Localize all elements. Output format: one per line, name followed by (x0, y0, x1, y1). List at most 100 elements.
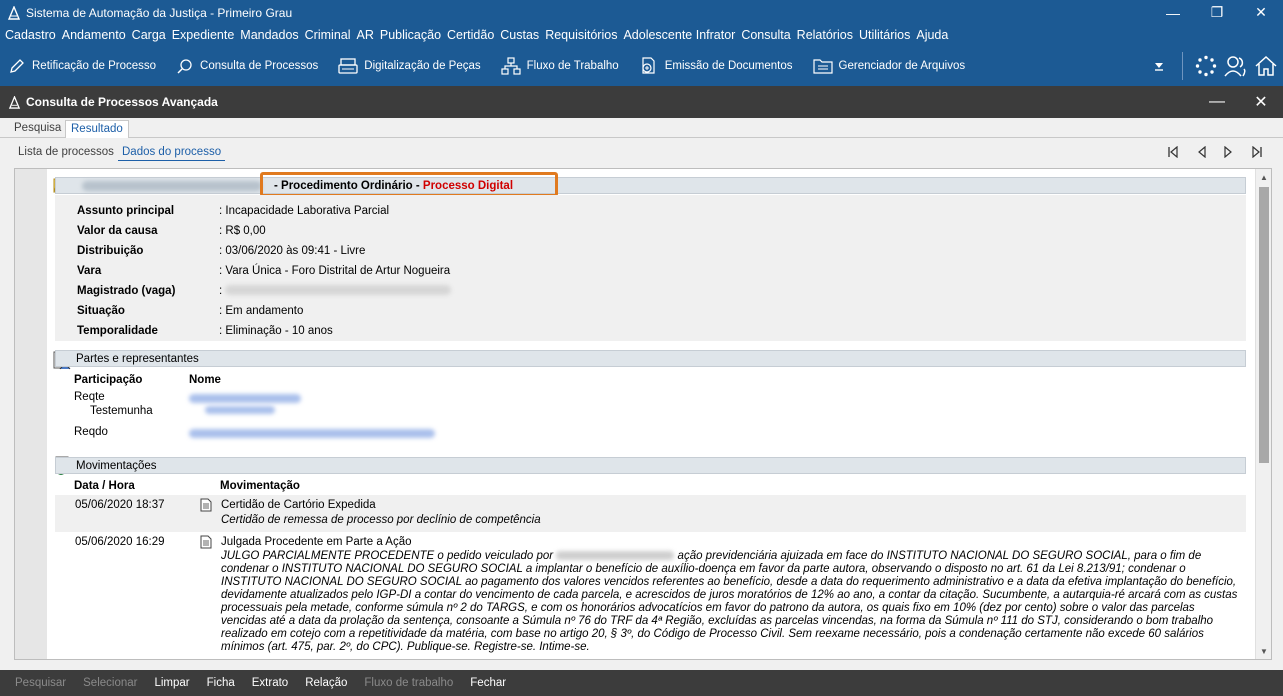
menu-relatorios[interactable]: Relatórios (797, 28, 853, 42)
digitalizacao-button[interactable]: Digitalização de Peças (338, 51, 481, 81)
tab-resultado[interactable]: Resultado (65, 120, 129, 138)
minimize-button[interactable]: — (1151, 0, 1195, 25)
menu-adolescente-infrator[interactable]: Adolescente Infrator (623, 28, 735, 42)
close-button[interactable]: ✕ (1239, 0, 1283, 25)
minimize-icon: — (1166, 4, 1180, 21)
pesquisar-button[interactable]: Pesquisar (15, 677, 66, 689)
detail-value: 03/06/2020 às 09:41 - Livre (225, 245, 366, 257)
inner-minimize-button[interactable]: — (1195, 86, 1239, 118)
inner-close-button[interactable]: ✕ (1239, 86, 1283, 118)
previous-record-button[interactable] (1191, 142, 1213, 162)
menu-criminal[interactable]: Criminal (305, 28, 351, 42)
inner-window-header: Consulta de Processos Avançada — ✕ (0, 86, 1283, 118)
redacted-process-number (82, 180, 262, 191)
app-logo-icon (8, 95, 21, 109)
menu-certidao[interactable]: Certidão (447, 28, 494, 42)
toolbar-menu-button[interactable] (1146, 53, 1172, 79)
search-icon (177, 58, 192, 74)
tab-pesquisa[interactable]: Pesquisa (9, 120, 66, 138)
extrato-button[interactable]: Extrato (252, 677, 288, 689)
menu-carga[interactable]: Carga (132, 28, 166, 42)
first-record-button[interactable] (1162, 142, 1184, 162)
fluxo-trabalho-button[interactable]: Fluxo de Trabalho (501, 51, 619, 81)
redacted-party-name[interactable] (205, 406, 275, 414)
bottom-action-bar: Pesquisar Selecionar Limpar Ficha Extrat… (0, 670, 1283, 696)
consulta-processos-button[interactable]: Consulta de Processos (176, 51, 318, 81)
movement-row[interactable]: 05/06/2020 16:29 Julgada Procedente em P… (55, 533, 1246, 659)
process-class: - Procedimento Ordinário - Processo Digi… (274, 180, 514, 192)
relacao-button[interactable]: Relação (305, 677, 347, 689)
users-icon (1224, 55, 1246, 76)
tab-dados-processo[interactable]: Dados do processo (118, 144, 226, 161)
detail-value: Incapacidade Laborativa Parcial (225, 205, 390, 217)
process-details-panel: - Procedimento Ordinário - Processo Digi… (14, 168, 1272, 660)
redacted-magistrate (225, 284, 452, 298)
document-icon[interactable] (199, 498, 213, 512)
next-record-button[interactable] (1217, 142, 1239, 162)
redacted-party-name[interactable] (189, 429, 435, 438)
document-icon (642, 56, 655, 74)
detail-value: R$ 0,00 (225, 225, 266, 237)
loading-button[interactable] (1193, 53, 1219, 79)
movements-section-header: Movimentações (55, 457, 1246, 474)
first-icon (1168, 146, 1178, 158)
fechar-button[interactable]: Fechar (470, 677, 506, 689)
scroll-thumb[interactable] (1259, 187, 1269, 463)
process-type: Processo Digital (422, 180, 514, 192)
emissao-documentos-button[interactable]: Emissão de Documentos (639, 51, 793, 81)
spinner-icon (1195, 55, 1217, 76)
fluxo-trabalho-action-button[interactable]: Fluxo de trabalho (364, 677, 453, 689)
menu-expediente[interactable]: Expediente (172, 28, 235, 42)
movements-title: Movimentações (76, 459, 157, 472)
document-icon[interactable] (199, 535, 213, 549)
menu-consulta[interactable]: Consulta (741, 28, 790, 42)
process-class-separator: - (274, 180, 282, 192)
menu-custas[interactable]: Custas (500, 28, 539, 42)
emissao-documentos-label: Emissão de Documentos (664, 59, 793, 72)
detail-row: Valor da causa: R$ 0,00 (77, 225, 266, 237)
menu-ar[interactable]: AR (357, 28, 374, 42)
parties-header-participacao: Participação (74, 374, 143, 386)
party-role: Reqte (74, 391, 105, 403)
movement-title: Certidão de Cartório Expedida (221, 499, 376, 511)
tab-lista-processos[interactable]: Lista de processos (14, 144, 118, 160)
menu-utilitarios[interactable]: Utilitários (859, 28, 910, 42)
folder-icon (812, 58, 833, 74)
toolbar: Retificação de Processo Consulta de Proc… (0, 45, 1283, 86)
home-icon (1255, 55, 1277, 76)
menu-mandados[interactable]: Mandados (240, 28, 298, 42)
parties-section-header: Partes e representantes (55, 350, 1246, 367)
detail-value: Vara Única - Foro Distrital de Artur Nog… (225, 265, 451, 277)
close-icon: ✕ (1255, 4, 1267, 20)
menu-bar: Cadastro Andamento Carga Expediente Mand… (0, 25, 1283, 45)
menu-requisitorios[interactable]: Requisitórios (545, 28, 617, 42)
left-gutter (15, 169, 47, 659)
ficha-button[interactable]: Ficha (207, 677, 235, 689)
retificacao-button[interactable]: Retificação de Processo (8, 51, 156, 81)
scroll-up-icon[interactable]: ▲ (1256, 169, 1271, 185)
home-button[interactable] (1253, 53, 1279, 79)
menu-cadastro[interactable]: Cadastro (5, 28, 56, 42)
retificacao-label: Retificação de Processo (32, 59, 157, 72)
detail-row: Distribuição: 03/06/2020 às 09:41 - Livr… (77, 245, 366, 257)
restore-icon: ❐ (1210, 4, 1224, 20)
maximize-button[interactable]: ❐ (1195, 0, 1239, 25)
minimize-icon: — (1209, 93, 1225, 110)
vertical-scrollbar[interactable]: ▲ ▼ (1255, 169, 1271, 659)
selecionar-button[interactable]: Selecionar (83, 677, 137, 689)
detail-value: Eliminação - 10 anos (225, 325, 333, 337)
redacted-party-name[interactable] (189, 394, 301, 403)
consulta-processos-label: Consulta de Processos (200, 59, 319, 72)
movement-title: Julgada Procedente em Parte a Ação (221, 536, 412, 548)
menu-andamento[interactable]: Andamento (62, 28, 126, 42)
limpar-button[interactable]: Limpar (154, 677, 189, 689)
menu-ajuda[interactable]: Ajuda (916, 28, 948, 42)
movement-row[interactable]: 05/06/2020 18:37 Certidão de Cartório Ex… (55, 495, 1246, 532)
users-button[interactable] (1223, 53, 1249, 79)
scanner-icon (338, 57, 358, 74)
movement-text: Certidão de remessa de processo por decl… (221, 514, 541, 526)
last-record-button[interactable] (1246, 142, 1268, 162)
gerenciador-arquivos-button[interactable]: Gerenciador de Arquivos (812, 51, 965, 81)
menu-publicacao[interactable]: Publicação (380, 28, 441, 42)
scroll-down-icon[interactable]: ▼ (1256, 643, 1271, 659)
